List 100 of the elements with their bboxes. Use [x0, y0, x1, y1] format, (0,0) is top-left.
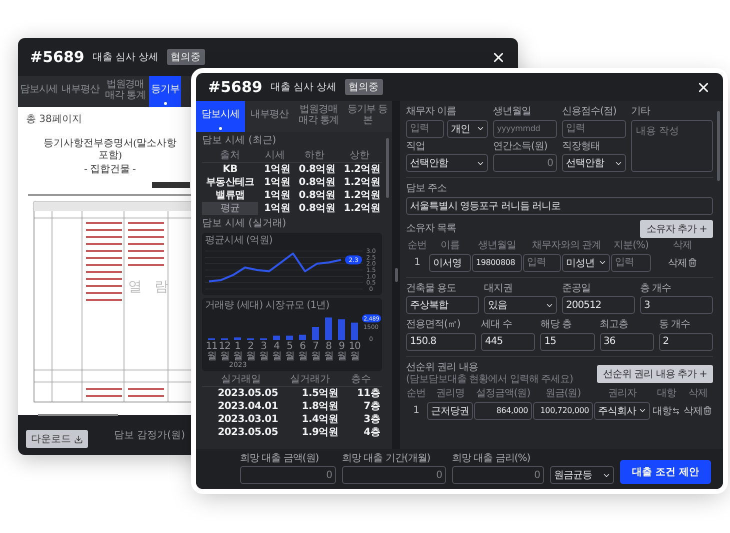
select-dropdown[interactable]: 원금균등 [550, 466, 614, 484]
table-cell-text: 0.8억원 [298, 189, 336, 202]
trash-icon [703, 406, 712, 415]
status-badge: 협의중 [166, 49, 205, 65]
input-field[interactable]: 864,000 [474, 402, 532, 420]
column-header: 권리자 [606, 388, 638, 400]
scrollbar[interactable] [717, 111, 720, 181]
table-cell-text: 2023.03.01 [216, 413, 279, 426]
input-field[interactable]: 150.8 [406, 332, 476, 350]
select-dropdown[interactable]: 선택안함 [562, 154, 626, 172]
column-header: 출처 [202, 150, 258, 163]
field-label: 직장형태 [562, 140, 601, 152]
resize-handle[interactable] [394, 268, 398, 282]
column-header: 시세 [258, 150, 292, 163]
column-header: 지분(%) [612, 240, 650, 252]
input-field[interactable]: 36 [600, 332, 654, 350]
window-title: 대출 심사 상세 [270, 81, 337, 94]
input-field[interactable]: 200512 [562, 296, 635, 314]
add-owner-button[interactable]: 소유자 추가 + [640, 220, 713, 238]
field-label: 대지권 [484, 282, 514, 294]
select-dropdown[interactable]: 주식회사 [594, 402, 650, 420]
column-header: 삭제 [672, 240, 693, 252]
window-title: 대출 심사 상세 [92, 51, 159, 64]
case-number: #5689 [30, 48, 84, 66]
input-field[interactable]: 입력 [406, 120, 444, 138]
field-label: 직업 [406, 140, 426, 152]
select-dropdown[interactable]: 있음 [484, 296, 557, 314]
input-field[interactable]: 2 [658, 332, 713, 350]
table-cell-text: 0.8억원 [298, 176, 336, 189]
x-axis-label: 12월 [218, 342, 230, 362]
input-field[interactable]: 0 [452, 466, 544, 484]
chart-title: 평균시세 (억원) [205, 235, 274, 247]
add-prior-right-button[interactable]: 선순위 권리 내용 추가 + [596, 364, 713, 382]
tab[interactable]: 법원경매 매각 통계 [294, 101, 343, 132]
input-field[interactable]: 15 [540, 332, 594, 350]
table-cell-text: 1.4억원 [300, 413, 339, 426]
tab[interactable]: 등기부 등본 [343, 101, 392, 132]
input-field[interactable]: 19800808 [472, 254, 522, 272]
input-field[interactable]: 3 [640, 296, 713, 314]
table-cell-text: 3층 [362, 413, 381, 426]
input-field[interactable]: 0 [342, 466, 446, 484]
tab[interactable]: 담보시세 [18, 76, 60, 107]
tab[interactable]: 등기부 [149, 76, 182, 107]
field-label: 층 개수 [640, 282, 672, 294]
scrollbar[interactable] [386, 138, 389, 198]
field-label: 생년월일 [493, 106, 532, 118]
tab[interactable]: 담보시세 [196, 101, 245, 132]
input-field[interactable]: 445 [481, 332, 536, 350]
delete-button[interactable]: 삭제 [652, 256, 713, 270]
status-badge: 협의중 [344, 79, 383, 95]
section-title: 선순위 권리 내용 [406, 362, 479, 374]
trash-icon [688, 258, 697, 267]
field-label: 세대 수 [481, 319, 514, 330]
chevron-down-icon [476, 124, 485, 133]
input-field[interactable]: 0 [240, 466, 336, 484]
delete-button[interactable]: 삭제 [682, 404, 713, 418]
column-header: 순번 [406, 388, 426, 400]
field-label: 전용면적(㎡) [406, 319, 462, 330]
chart-title: 거래량 (세대) 시장규모 (1년) [205, 300, 330, 312]
document-title: 등기사항전부증명서(말소사항 포함) [42, 138, 178, 162]
download-button[interactable]: 다운로드 [26, 430, 88, 448]
chevron-down-icon [638, 406, 647, 415]
table-cell-text: 2023.05.05 [216, 426, 279, 439]
x-axis-label: 2월 [246, 342, 256, 362]
select-dropdown[interactable]: 미성년 [562, 254, 610, 272]
input-field[interactable]: yyyymmdd [493, 120, 557, 138]
column-header: 설정금액(원) [474, 388, 532, 400]
table-cell-text: 0.8억원 [298, 202, 336, 215]
input-field[interactable]: 주상복합 [406, 296, 479, 314]
column-header: 채무자와의 관계 [530, 240, 602, 252]
chevron-down-icon [598, 258, 607, 267]
input-field[interactable]: 입력 [523, 254, 561, 272]
column-header: 하한 [292, 150, 337, 163]
field-label: 기타 [631, 106, 652, 118]
field-label: 희망 대출 기간(개월) [342, 452, 432, 464]
download-icon [74, 434, 83, 444]
table-cell-text: 1억원 [262, 189, 291, 202]
input-field[interactable]: 이서영 [429, 254, 471, 272]
input-field[interactable]: 100,720,000 [533, 402, 593, 420]
document-subtitle: - 집합건물 - [84, 163, 136, 176]
input-field[interactable]: 서울특별시 영등포구 러니듬 러니로 [406, 196, 713, 214]
table-cell-text: 1억원 [262, 163, 291, 176]
input-field[interactable]: 근저당권 [427, 402, 473, 420]
table-cell-text: 1.8억원 [300, 400, 339, 413]
tab[interactable]: 법원경매 매각 통계 [101, 76, 150, 107]
table-cell-text: 1.2억원 [342, 176, 381, 189]
input-field[interactable]: 0 [493, 154, 557, 172]
column-header: 권리명 [434, 388, 466, 400]
opposable-toggle[interactable]: 대항 [651, 404, 682, 418]
column-header: 층수 [340, 374, 382, 387]
text-area[interactable]: 내용 작성 [631, 120, 713, 172]
x-axis-label: 9월 [336, 342, 348, 362]
input-field[interactable]: 입력 [562, 120, 626, 138]
propose-loan-terms-button[interactable]: 대출 조건 제안 [620, 460, 711, 484]
tab[interactable]: 내부평산 [245, 101, 294, 132]
select-dropdown[interactable]: 선택안함 [406, 154, 488, 172]
section-title: 담보 시세 (최근) [202, 135, 278, 147]
input-field[interactable]: 입력 [611, 254, 651, 272]
select-dropdown[interactable]: 개인 [447, 120, 488, 138]
tab[interactable]: 내부평산 [60, 76, 102, 107]
